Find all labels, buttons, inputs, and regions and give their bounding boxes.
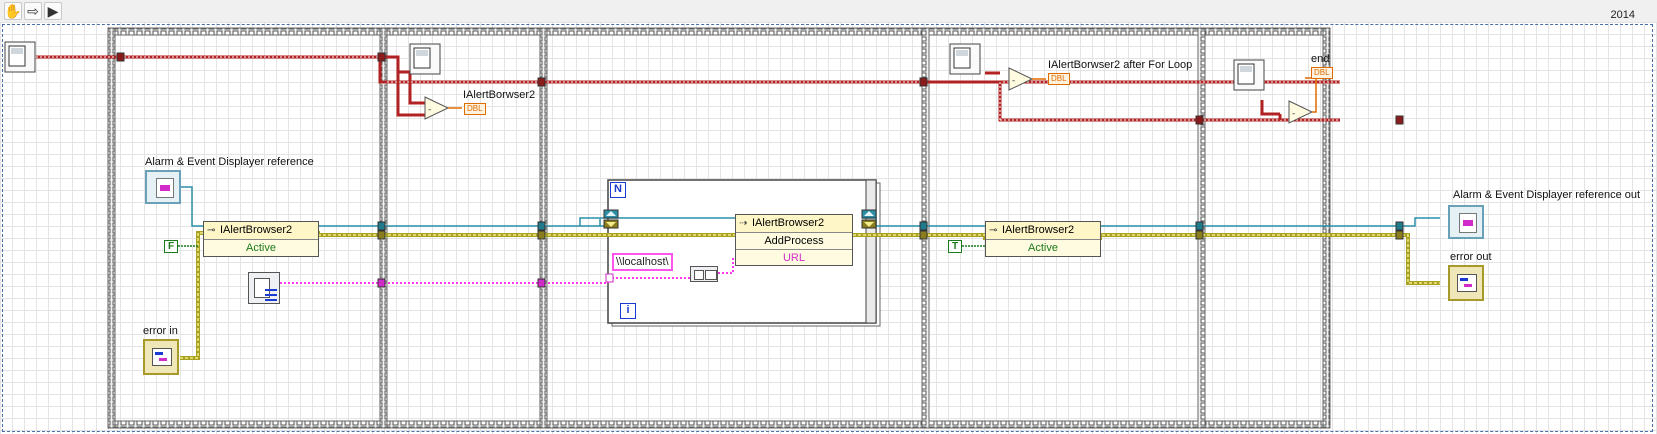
false-constant[interactable]: F (164, 240, 178, 253)
invoke-node-class: IAlertBrowser2 (752, 217, 825, 229)
concatenate-strings-function[interactable] (690, 266, 718, 282)
property-node-active-true[interactable]: ⊸ IAlertBrowser2 Active (985, 221, 1101, 257)
error-in-label: error in (143, 325, 178, 337)
ref-out-indicator[interactable] (1448, 205, 1484, 239)
true-constant[interactable]: T (948, 240, 962, 253)
invoke-node-icon: ⇢ (739, 218, 748, 229)
property-node-icon: ⊸ (207, 225, 216, 236)
end-label: end (1311, 53, 1330, 65)
dbl-indicator-2[interactable]: DBL (1048, 73, 1070, 85)
dbl-indicator-end[interactable]: DBL (1311, 67, 1333, 79)
process-list-icon[interactable] (248, 272, 280, 304)
localhost-string-constant[interactable]: \\localhost\ (612, 253, 673, 271)
property-node-class: IAlertBrowser2 (220, 224, 293, 236)
property-active[interactable]: Active (204, 240, 318, 256)
error-in-control[interactable] (143, 339, 179, 375)
svg-text:-: - (1292, 109, 1295, 119)
loop-iteration-terminal[interactable]: i (620, 303, 636, 319)
property-node-active-false[interactable]: ⊸ IAlertBrowser2 Active (203, 221, 319, 257)
error-cluster-icon (152, 348, 172, 366)
param-url[interactable]: URL (736, 250, 852, 266)
error-out-indicator[interactable] (1448, 265, 1484, 301)
error-out-label: error out (1450, 251, 1492, 263)
subtract-primitives[interactable]: - - - (424, 67, 1317, 124)
error-cluster-icon (1457, 274, 1477, 292)
svg-text:-: - (1012, 76, 1015, 86)
method-addprocess[interactable]: AddProcess (736, 233, 852, 250)
ref-out-label: Alarm & Event Displayer reference out (1453, 189, 1641, 201)
dbl-indicator-1[interactable]: DBL (464, 103, 486, 115)
invoke-node-addprocess[interactable]: ⇢ IAlertBrowser2 AddProcess URL (735, 214, 853, 266)
ialert-browser-label: IAlertBorwser2 (463, 89, 536, 101)
svg-text:-: - (428, 105, 431, 115)
pink-arrow-icon (160, 185, 170, 191)
ialert-after-loop-label: IAlertBorwser2 after For Loop (1048, 59, 1193, 71)
property-node-icon: ⊸ (989, 225, 998, 236)
ref-in-control[interactable] (145, 170, 181, 204)
property-node-class: IAlertBrowser2 (1002, 224, 1075, 236)
property-active[interactable]: Active (986, 240, 1100, 256)
ref-in-label: Alarm & Event Displayer reference (145, 156, 314, 168)
pink-arrow-icon (1463, 220, 1473, 226)
loop-count-terminal[interactable]: N (610, 182, 626, 198)
